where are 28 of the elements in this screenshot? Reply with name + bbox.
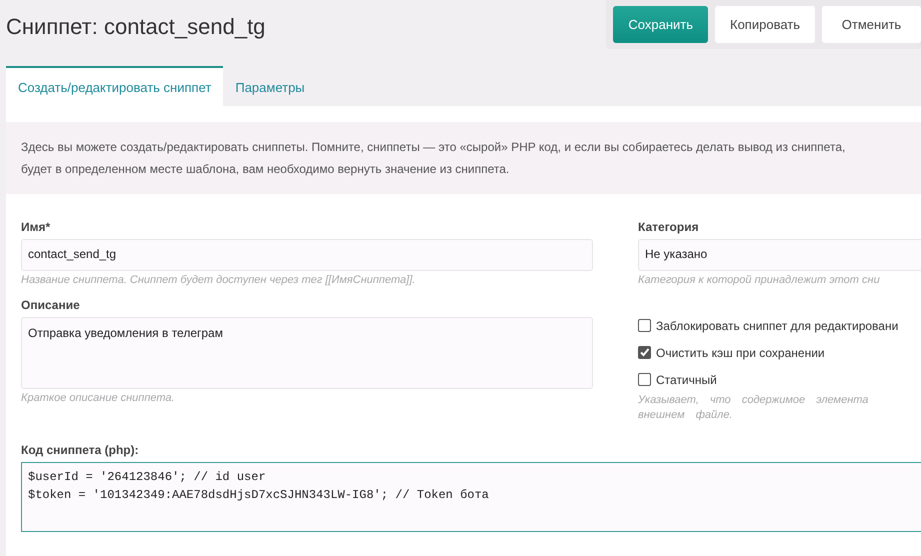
tab[interactable]: Параметры — [223, 66, 317, 106]
action-button[interactable]: Копировать — [715, 6, 815, 43]
field-hint: Название сниппета. Сниппет будет доступен через тег [[ИмяСниппета]]. — [21, 274, 416, 286]
save-button[interactable]: Сохранить — [613, 6, 708, 43]
field-hint: Категория к которой принадлежит этот сни — [638, 274, 881, 286]
intro-text: Здесь вы можете создать/редактировать сниппеты. Помните, сниппеты — это «сырой» PHP код, и если вы собираетесь делать вывод из сниппета, будет в определенном месте шаблона, вам необходимо вернуть значение из сниппета. — [6, 122, 921, 194]
checkbox-label: Статичный — [656, 372, 717, 386]
name-input[interactable]: contact_send_tg — [21, 239, 593, 271]
field-label: Категория — [638, 220, 700, 234]
action-button[interactable]: Отменить — [822, 6, 921, 43]
page-title: Сниппет: contact_send_tg — [6, 14, 266, 40]
code-line: $token = '101342349:AAE78dsdHjsD7xcSJHN343LW-IG8'; // Token бота — [28, 487, 490, 504]
field-label: Описание — [21, 298, 81, 312]
description-input[interactable]: Отправка уведомления в телеграм — [21, 317, 593, 389]
field-hint: Краткое описание сниппета. — [21, 392, 176, 404]
field-hint: Указывает, что содержимое элемента — [638, 393, 870, 408]
code-line: $userId = '264123846'; // id user — [28, 469, 267, 486]
tab[interactable]: Создать/редактировать сниппет — [6, 66, 224, 106]
category-select[interactable]: Не указано — [638, 239, 921, 271]
field-label: Имя* — [21, 220, 52, 234]
field-hint: внешнем файле. — [638, 408, 734, 423]
checkbox-label: Заблокировать сниппет для редактировани — [656, 318, 898, 332]
code-editor[interactable]: $userId = '264123846'; // id user $token = '101342349:AAE78dsdHjsD7xcSJHN343LW-IG8'; // Token бота — [21, 462, 921, 532]
checkbox[interactable] — [638, 373, 651, 386]
checkbox-label: Очистить кэш при сохранении — [656, 346, 825, 360]
checkbox[interactable] — [638, 319, 651, 332]
checkbox[interactable] — [638, 346, 651, 359]
field-label: Код сниппета (php): — [21, 443, 140, 457]
